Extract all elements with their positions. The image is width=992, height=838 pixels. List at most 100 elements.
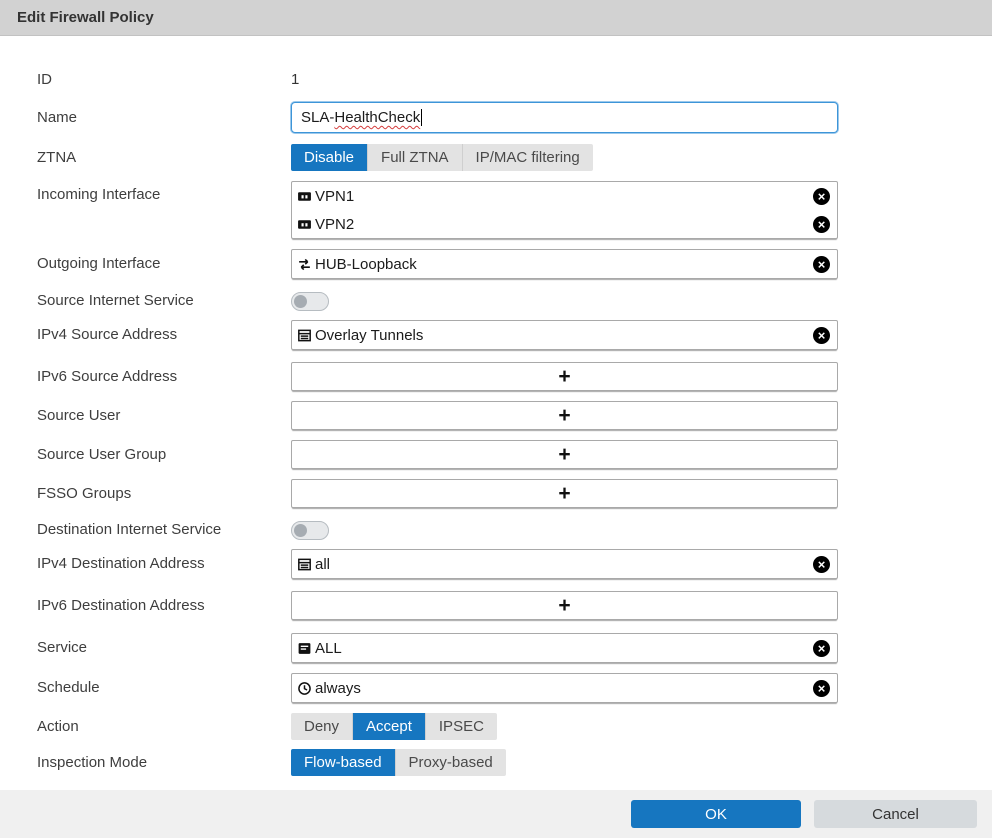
toggle-knob <box>294 295 307 308</box>
name-value-prefix: SLA- <box>301 109 334 126</box>
ipv4-destination-address-box[interactable]: all × <box>291 549 838 579</box>
action-segmented: Deny Accept IPSEC <box>291 713 497 740</box>
name-input[interactable]: SLA-HealthCheck <box>291 102 838 133</box>
plus-icon: + <box>558 483 570 504</box>
field-label-incoming-interface: Incoming Interface <box>0 185 291 205</box>
row-ipv6-destination-address: IPv6 Destination Address + <box>0 591 992 620</box>
entry-overlay-tunnels: Overlay Tunnels × <box>292 321 837 349</box>
entry-label: Overlay Tunnels <box>315 327 423 344</box>
plus-icon: + <box>558 444 570 465</box>
row-name: Name SLA-HealthCheck <box>0 102 992 133</box>
source-user-group-add[interactable]: + <box>291 440 838 469</box>
source-user-add[interactable]: + <box>291 401 838 430</box>
row-schedule: Schedule always × <box>0 673 992 703</box>
destination-internet-service-toggle[interactable] <box>291 521 329 540</box>
entry-label: ALL <box>315 640 342 657</box>
toggle-knob <box>294 524 307 537</box>
policy-form: ID 1 Name SLA-HealthCheck ZTNA Disable F… <box>0 36 992 790</box>
loopback-icon <box>297 257 312 272</box>
ipv6-destination-address-add[interactable]: + <box>291 591 838 620</box>
name-value-flagged: HealthCheck <box>334 109 420 126</box>
address-icon <box>297 557 312 572</box>
entry-hub-loopback: HUB-Loopback × <box>292 250 837 278</box>
field-label-source-internet-service: Source Internet Service <box>0 291 291 311</box>
action-option-accept[interactable]: Accept <box>353 713 426 740</box>
remove-icon[interactable]: × <box>813 216 830 233</box>
address-icon <box>297 328 312 343</box>
action-option-ipsec[interactable]: IPSEC <box>426 713 497 740</box>
inspection-option-proxy-based[interactable]: Proxy-based <box>396 749 506 776</box>
text-caret <box>421 109 422 126</box>
action-option-deny[interactable]: Deny <box>291 713 353 740</box>
service-icon <box>297 641 312 656</box>
entry-always: always × <box>292 674 837 702</box>
field-label-outgoing-interface: Outgoing Interface <box>0 254 291 274</box>
entry-vpn2: VPN2 × <box>292 210 837 238</box>
schedule-icon <box>297 681 312 696</box>
fsso-groups-add[interactable]: + <box>291 479 838 508</box>
entry-label: always <box>315 680 361 697</box>
incoming-interface-box[interactable]: VPN1 × VPN2 × <box>291 181 838 239</box>
field-label-source-user: Source User <box>0 406 291 426</box>
row-ipv4-destination-address: IPv4 Destination Address all × <box>0 549 992 579</box>
row-source-user-group: Source User Group + <box>0 440 992 469</box>
field-label-ztna: ZTNA <box>0 148 291 168</box>
plus-icon: + <box>558 595 570 616</box>
field-label-name: Name <box>0 108 291 128</box>
dialog-titlebar: Edit Firewall Policy <box>0 0 992 36</box>
row-source-user: Source User + <box>0 401 992 430</box>
edit-firewall-policy-dialog: Edit Firewall Policy ID 1 Name SLA-Healt… <box>0 0 992 838</box>
row-action: Action Deny Accept IPSEC <box>0 713 992 740</box>
interface-icon <box>297 189 312 204</box>
field-label-id: ID <box>0 70 291 90</box>
field-label-inspection-mode: Inspection Mode <box>0 753 291 773</box>
row-ipv4-source-address: IPv4 Source Address Overlay Tunnels × <box>0 320 992 350</box>
ztna-option-full-ztna[interactable]: Full ZTNA <box>368 144 463 171</box>
plus-icon: + <box>558 405 570 426</box>
row-inspection-mode: Inspection Mode Flow-based Proxy-based <box>0 749 992 776</box>
schedule-box[interactable]: always × <box>291 673 838 703</box>
remove-icon[interactable]: × <box>813 556 830 573</box>
row-outgoing-interface: Outgoing Interface HUB-Loopback × <box>0 249 992 279</box>
id-value: 1 <box>291 71 299 88</box>
row-ipv6-source-address: IPv6 Source Address + <box>0 362 992 391</box>
interface-icon <box>297 217 312 232</box>
row-source-internet-service: Source Internet Service <box>0 291 992 311</box>
row-incoming-interface: Incoming Interface VPN1 × VPN2 <box>0 181 992 239</box>
field-label-schedule: Schedule <box>0 678 291 698</box>
ipv4-source-address-box[interactable]: Overlay Tunnels × <box>291 320 838 350</box>
service-box[interactable]: ALL × <box>291 633 838 663</box>
remove-icon[interactable]: × <box>813 640 830 657</box>
ok-button[interactable]: OK <box>631 800 801 828</box>
entry-all-address: all × <box>292 550 837 578</box>
outgoing-interface-box[interactable]: HUB-Loopback × <box>291 249 838 279</box>
row-id: ID 1 <box>0 70 992 90</box>
remove-icon[interactable]: × <box>813 188 830 205</box>
field-label-service: Service <box>0 638 291 658</box>
plus-icon: + <box>558 366 570 387</box>
row-ztna: ZTNA Disable Full ZTNA IP/MAC filtering <box>0 144 992 171</box>
remove-icon[interactable]: × <box>813 327 830 344</box>
dialog-title: Edit Firewall Policy <box>17 9 154 26</box>
ztna-segmented: Disable Full ZTNA IP/MAC filtering <box>291 144 593 171</box>
source-internet-service-toggle[interactable] <box>291 292 329 311</box>
field-label-destination-internet-service: Destination Internet Service <box>0 520 291 540</box>
entry-all-service: ALL × <box>292 634 837 662</box>
ztna-option-ip-mac-filtering[interactable]: IP/MAC filtering <box>463 144 593 171</box>
field-label-source-user-group: Source User Group <box>0 445 291 465</box>
remove-icon[interactable]: × <box>813 680 830 697</box>
field-label-ipv6-source-address: IPv6 Source Address <box>0 367 291 387</box>
ztna-option-disable[interactable]: Disable <box>291 144 368 171</box>
remove-icon[interactable]: × <box>813 256 830 273</box>
entry-label: HUB-Loopback <box>315 256 417 273</box>
cancel-button[interactable]: Cancel <box>814 800 977 828</box>
entry-label: VPN1 <box>315 188 354 205</box>
ipv6-source-address-add[interactable]: + <box>291 362 838 391</box>
entry-label: VPN2 <box>315 216 354 233</box>
field-label-action: Action <box>0 717 291 737</box>
inspection-mode-segmented: Flow-based Proxy-based <box>291 749 506 776</box>
row-service: Service ALL × <box>0 633 992 663</box>
inspection-option-flow-based[interactable]: Flow-based <box>291 749 396 776</box>
field-label-ipv4-destination-address: IPv4 Destination Address <box>0 554 291 574</box>
entry-label: all <box>315 556 330 573</box>
